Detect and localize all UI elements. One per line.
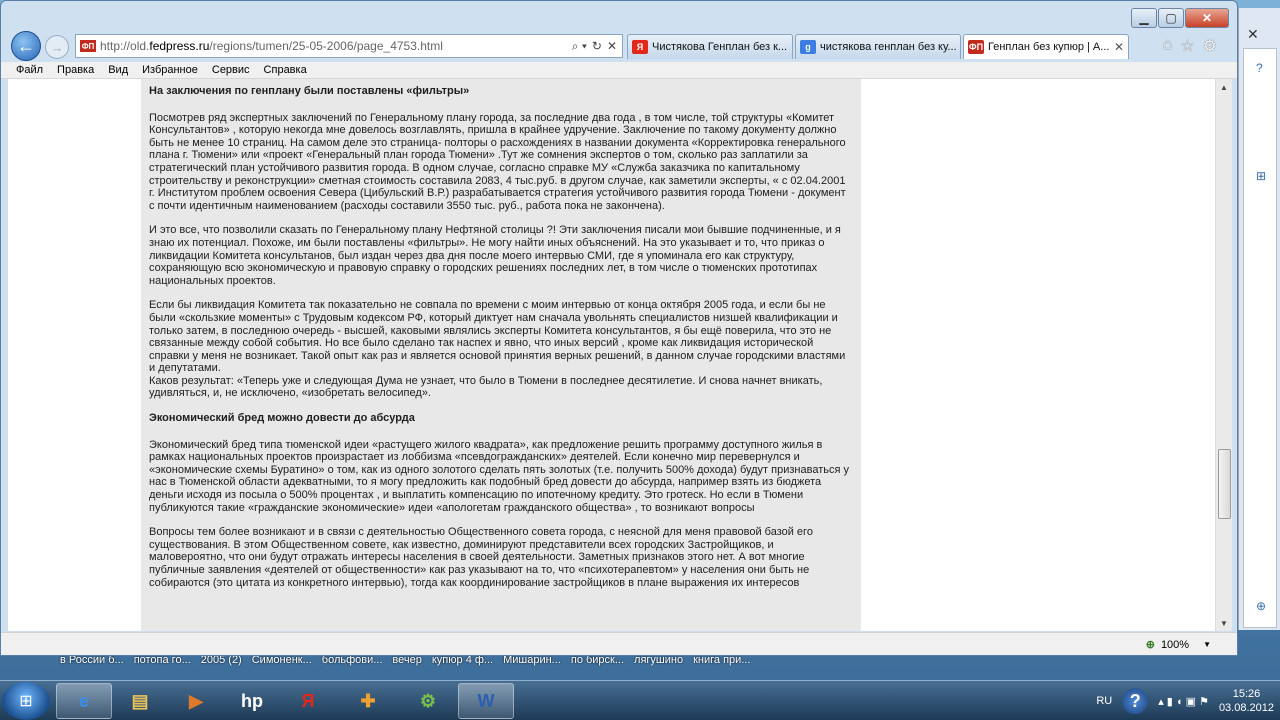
article-content: На заключения по генплану были поставлен… [141,79,861,631]
window-controls: ▁ ▢ ✕ [1131,8,1229,28]
zoom-dropdown-icon[interactable]: ▼ [1203,640,1211,649]
taskbar-app-explorer[interactable]: ▤ [112,683,168,719]
tab-strip: Я Чистякова Генплан без к... g чистякова ге… [627,34,1129,59]
menu-item[interactable]: Справка [257,64,314,76]
browser-tab[interactable]: g чистякова генплан без ку... [795,34,961,59]
taskbar: ⊞ e ▤ ▶ hp Я ✚ ⚙ W RU ? ▴ ▮ ◖ ▣ ⚑ 15:26 03.08.2… [0,680,1280,720]
menu-item[interactable]: Вид [101,64,135,76]
forward-button[interactable]: → [45,35,69,59]
taskbar-app-yandex[interactable]: Я [280,683,336,719]
maximize-button[interactable]: ▢ [1158,8,1184,28]
help-icon[interactable]: ? [1122,688,1149,714]
zoom-level: 100% [1160,638,1190,651]
section-heading: На заключения по генплану были поставлен… [149,85,470,97]
tools-gear-icon[interactable]: ⚙ [1203,36,1217,56]
paragraph: Если бы ликвидация Комитета так показате… [149,299,846,375]
browser-window: ▁ ▢ ✕ ← → ФП http://old.fedpress.ru/regi… [0,0,1238,656]
start-button[interactable]: ⊞ [2,682,50,720]
site-favicon-icon: ФП [80,40,96,52]
zoom-icon: ⊕ [1145,639,1155,651]
browser-tab[interactable]: Я Чистякова Генплан без к... [627,34,793,59]
section-heading: Экономический бред можно довести до абсу… [149,412,415,425]
tab-label: Генплан без купюр | А... [988,41,1110,53]
paragraph: Посмотрев ряд экспертных заключений по Г… [149,111,846,212]
tab-label: Чистякова Генплан без к... [652,41,788,53]
url-text[interactable]: http://old.fedpress.ru/regions/tumen/25-… [100,39,572,53]
status-bar: ⊕ 100% ▼ [1,632,1237,655]
navigation-bar: ← → ФП http://old.fedpress.ru/regions/tu… [5,31,1235,61]
paragraph: Каков результат: «Теперь уже и следующая… [149,374,823,400]
taskbar-app-ie[interactable]: e [56,683,112,719]
bg-help-icon[interactable]: ? [1256,61,1263,75]
taskbar-app-word[interactable]: W [458,683,514,719]
taskbar-app-hp[interactable]: hp [224,683,280,719]
close-button[interactable]: ✕ [1185,8,1229,28]
bg-add-icon[interactable]: ⊕ [1256,599,1266,613]
vertical-scrollbar[interactable]: ▲ ▼ [1215,79,1232,631]
refresh-icon[interactable]: ↻ [592,39,602,54]
stop-icon[interactable]: ✕ [607,39,617,54]
menu-item[interactable]: Файл [9,64,50,76]
zoom-control[interactable]: ⊕ 100% ▼ [1145,638,1211,652]
scroll-down-icon[interactable]: ▼ [1216,615,1232,631]
tab-favicon-icon: g [800,40,816,54]
scroll-up-icon[interactable]: ▲ [1216,79,1232,95]
back-button[interactable]: ← [11,31,41,61]
toolbar-icons: ⌂ ☆ ⚙ [1163,36,1217,56]
background-window[interactable]: ✕ ? ⊞ ⊕ [1238,8,1280,630]
scroll-thumb[interactable] [1218,449,1231,519]
clock-date: 03.08.2012 [1218,702,1274,714]
tab-favicon-icon: ФП [968,40,984,54]
taskbar-app-media[interactable]: ▶ [168,683,224,719]
language-indicator[interactable]: RU [1096,695,1112,707]
home-icon[interactable]: ⌂ [1163,36,1173,56]
address-bar[interactable]: ФП http://old.fedpress.ru/regions/tumen/… [75,34,623,58]
taskbar-app-network[interactable]: ⚙ [400,683,456,719]
browser-tab[interactable]: ФП Генплан без купюр | А... ✕ [963,34,1129,59]
tab-label: чистякова генплан без ку... [820,41,956,53]
menu-item[interactable]: Правка [50,64,101,76]
clock[interactable]: 15:26 03.08.2012 [1219,687,1274,715]
system-tray: RU ? ▴ ▮ ◖ ▣ ⚑ 15:26 03.08.2012 [1096,681,1274,720]
paragraph: Экономический бред типа тюменской идеи «… [149,438,849,514]
search-dropdown-icon[interactable]: ⌕ ▾ [572,39,587,54]
tab-close-icon[interactable]: ✕ [1114,40,1124,54]
menu-bar: Файл Правка Вид Избранное Сервис Справка [1,62,1237,79]
minimize-button[interactable]: ▁ [1131,8,1157,28]
clock-time: 15:26 [1232,688,1261,700]
menu-item[interactable]: Избранное [135,64,205,76]
bg-close-icon[interactable]: ✕ [1247,26,1259,43]
taskbar-app-puzzle[interactable]: ✚ [340,683,396,719]
tray-icons[interactable]: ▴ ▮ ◖ ▣ ⚑ [1158,695,1209,708]
paragraph: Вопросы тем более возникают и в связи с … [149,526,813,589]
paragraph: И это все, что позволили сказать по Гене… [149,224,841,287]
bg-window-pane: ? ⊞ ⊕ [1243,48,1277,628]
menu-item[interactable]: Сервис [205,64,257,76]
bg-grid-icon[interactable]: ⊞ [1256,169,1266,183]
page-viewport: На заключения по генплану были поставлен… [8,79,1232,631]
favorites-star-icon[interactable]: ☆ [1180,36,1194,56]
tab-favicon-icon: Я [632,40,648,54]
